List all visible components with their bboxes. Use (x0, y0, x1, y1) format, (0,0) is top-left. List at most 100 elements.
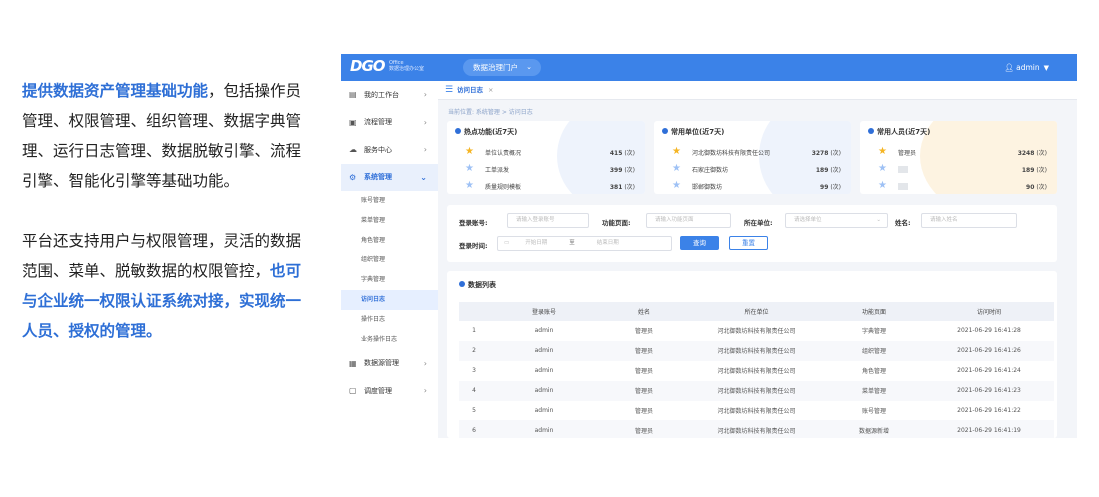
chevron-right-icon: › (423, 386, 427, 396)
sidebar-item-label: 服务中心 (364, 145, 392, 154)
stat-number: 381 (609, 184, 623, 191)
table-row[interactable]: 4 admin 管理员 河北御数坊科技有限责任公司 菜单管理 2021-06-29 16:… (459, 380, 1054, 401)
stat-value: 381 (次) (610, 182, 635, 191)
user-name: admin (1016, 63, 1040, 72)
breadcrumb: 当前位置: 系统管理 > 访问日志 (448, 109, 533, 116)
cell-index: 6 (459, 420, 489, 438)
table-row[interactable]: 1 admin 管理员 河北御数坊科技有限责任公司 字典管理 2021-06-29 16:… (459, 321, 1054, 341)
datasource-icon: ▦ (349, 358, 357, 368)
blue-star-icon: ★ (465, 180, 474, 191)
sidebar-sub-account[interactable]: 账号管理 (341, 191, 438, 211)
cell-name: 管理员 (599, 380, 689, 401)
stat-value: 90 (次) (1026, 182, 1047, 191)
cell-unit: 河北御数坊科技有限责任公司 (689, 420, 824, 438)
cell-time: 2021-06-29 16:41:22 (957, 407, 1021, 414)
stat-name: 质量规则模板 (485, 184, 522, 191)
account-label: 登录账号: (459, 219, 488, 227)
sidebar-sub-access-log[interactable]: 访问日志 (341, 289, 438, 310)
sidebar-item-workbench[interactable]: ▤ 我的工作台 › (341, 81, 438, 109)
chevron-down-icon: ⌄ (876, 217, 881, 223)
sidebar-sub-role[interactable]: 角色管理 (341, 231, 438, 251)
feature-input[interactable]: 请输入功能页面 (646, 213, 731, 228)
range-separator: 至 (569, 240, 575, 246)
list-title-text: 数据列表 (468, 281, 496, 289)
sidebar-item-system[interactable]: ⚙ 系统管理 ⌄ (341, 163, 438, 191)
stat-number: 3248 (1017, 150, 1035, 157)
sidebar-sub-op-log[interactable]: 操作日志 (341, 310, 438, 330)
app-window: DGO Office 数据治理办公室 数据治理门户 ⌄ 👤︎ admin ▼ ▤ 我的工… (341, 54, 1077, 438)
name-input[interactable]: 请输入姓名 (921, 213, 1017, 228)
cell-name: 管理员 (634, 368, 653, 376)
sidebar-item-datasource[interactable]: ▦ 数据源管理 › (341, 349, 438, 377)
stat-row: ★ 河北御数坊科技有限责任公司 3278 (次) (654, 145, 851, 162)
stat-unit: (次) (830, 167, 841, 174)
process-icon: ▣ (349, 117, 357, 127)
sidebar-sub-dict[interactable]: 字典管理 (341, 270, 438, 290)
stat-row: ★ 单位认责概况 415 (次) (447, 145, 645, 162)
cell-feature: 账号管理 (861, 408, 886, 415)
top-bar: DGO Office 数据治理办公室 数据治理门户 ⌄ 👤︎ admin ▼ (341, 54, 1077, 81)
blue-star-icon: ★ (878, 180, 887, 191)
reset-button[interactable]: 重置 (729, 236, 768, 250)
table-row[interactable]: 3 admin 管理员 河北御数坊科技有限责任公司 角色管理 2021-06-29 16:… (459, 361, 1054, 381)
list-title: 数据列表 (459, 280, 496, 290)
cell-account: admin (534, 367, 554, 375)
sidebar-sub-biz-log[interactable]: 业务操作日志 (341, 330, 438, 350)
table-row[interactable]: 5 admin 管理员 河北御数坊科技有限责任公司 账号管理 2021-06-29 16:… (459, 401, 1054, 421)
unit-label: 所在单位: (744, 219, 773, 227)
sidebar-item-label: 我的工作台 (364, 90, 399, 99)
close-icon[interactable]: × (488, 86, 493, 94)
card-title: 常用人员(近7天) (868, 127, 930, 137)
sidebar-item-label: 调度管理 (364, 386, 392, 395)
chevron-down-icon: ⌄ (420, 172, 427, 182)
query-button[interactable]: 查询 (680, 236, 719, 250)
table-row[interactable]: 6 admin 管理员 河北御数坊科技有限责任公司 数据源新增 2021-06-29 16… (459, 420, 1054, 438)
stat-name: 单位认责概况 (485, 150, 522, 157)
col-name: 姓名 (599, 302, 689, 321)
cell-index: 2 (459, 340, 489, 361)
data-list-panel: 数据列表 登录账号 姓名 所在单位 功能页面 访问时间 1 admin 管理员 河北御… (447, 271, 1057, 438)
sidebar-item-service[interactable]: ☁ 服务中心 › (341, 136, 438, 164)
access-log-table: 登录账号 姓名 所在单位 功能页面 访问时间 1 admin 管理员 河北御数坊科技有… (459, 302, 1054, 438)
stat-number: 90 (1026, 184, 1035, 191)
unit-select[interactable]: 请选择单位 ⌄ (785, 213, 888, 228)
sidebar-sub-org[interactable]: 组织管理 (341, 250, 438, 270)
chevron-down-icon: ⌄ (526, 63, 532, 71)
stat-unit: (次) (624, 150, 635, 157)
tab-access-log[interactable]: 访问日志 × (457, 81, 493, 100)
stat-number: 99 (820, 184, 829, 191)
portal-label: 数据治理门户 (473, 63, 518, 72)
sidebar-item-process[interactable]: ▣ 流程管理 › (341, 109, 438, 137)
logo-sub-cn: 数据治理办公室 (389, 66, 425, 72)
sidebar-item-schedule[interactable]: ▢ 调度管理 › (341, 377, 438, 405)
cell-account: admin (534, 407, 554, 414)
menu-icon[interactable]: ☰ (445, 85, 453, 95)
caret-down-icon: ▼ (1043, 64, 1049, 72)
stat-number: 399 (609, 167, 623, 174)
gold-star-icon: ★ (878, 146, 887, 157)
intro-paragraph-1: 提供数据资产管理基础功能，包括操作员管理、权限管理、组织管理、数据字典管理、运行… (22, 76, 304, 196)
stat-name: 管理员 (898, 150, 917, 157)
col-unit: 所在单位 (689, 302, 824, 321)
stat-value: 415 (次) (610, 148, 635, 157)
stat-row: ★ 石家庄御数坊 189 (次) (654, 162, 851, 179)
cell-account: admin (534, 327, 554, 335)
redacted-name (898, 183, 908, 190)
sidebar-sub-menu[interactable]: 菜单管理 (341, 211, 438, 231)
date-range-picker[interactable]: ▭ 开始日期 至 结束日期 (497, 236, 672, 251)
user-menu[interactable]: 👤︎ admin ▼ (1004, 54, 1049, 82)
unit-placeholder: 请选择单位 (794, 217, 822, 223)
portal-dropdown[interactable]: 数据治理门户 ⌄ (463, 59, 541, 76)
stat-row: ★ 质量规则模板 381 (次) (447, 179, 645, 194)
account-input[interactable]: 请输入登录账号 (507, 213, 589, 228)
stat-value: 3278 (次) (812, 148, 841, 157)
stat-unit: (次) (1036, 150, 1047, 157)
cell-index: 4 (459, 380, 489, 401)
col-feature: 功能页面 (824, 302, 924, 321)
cell-unit: 河北御数坊科技有限责任公司 (717, 408, 796, 415)
stat-name: 邯郸御数坊 (692, 184, 723, 191)
intro-highlight-1: 提供数据资产管理基础功能 (22, 82, 209, 100)
blue-star-icon: ★ (672, 180, 681, 191)
app-logo[interactable]: DGO (350, 57, 386, 75)
table-row[interactable]: 2 admin 管理员 河北御数坊科技有限责任公司 组织管理 2021-06-29 16:… (459, 340, 1054, 361)
